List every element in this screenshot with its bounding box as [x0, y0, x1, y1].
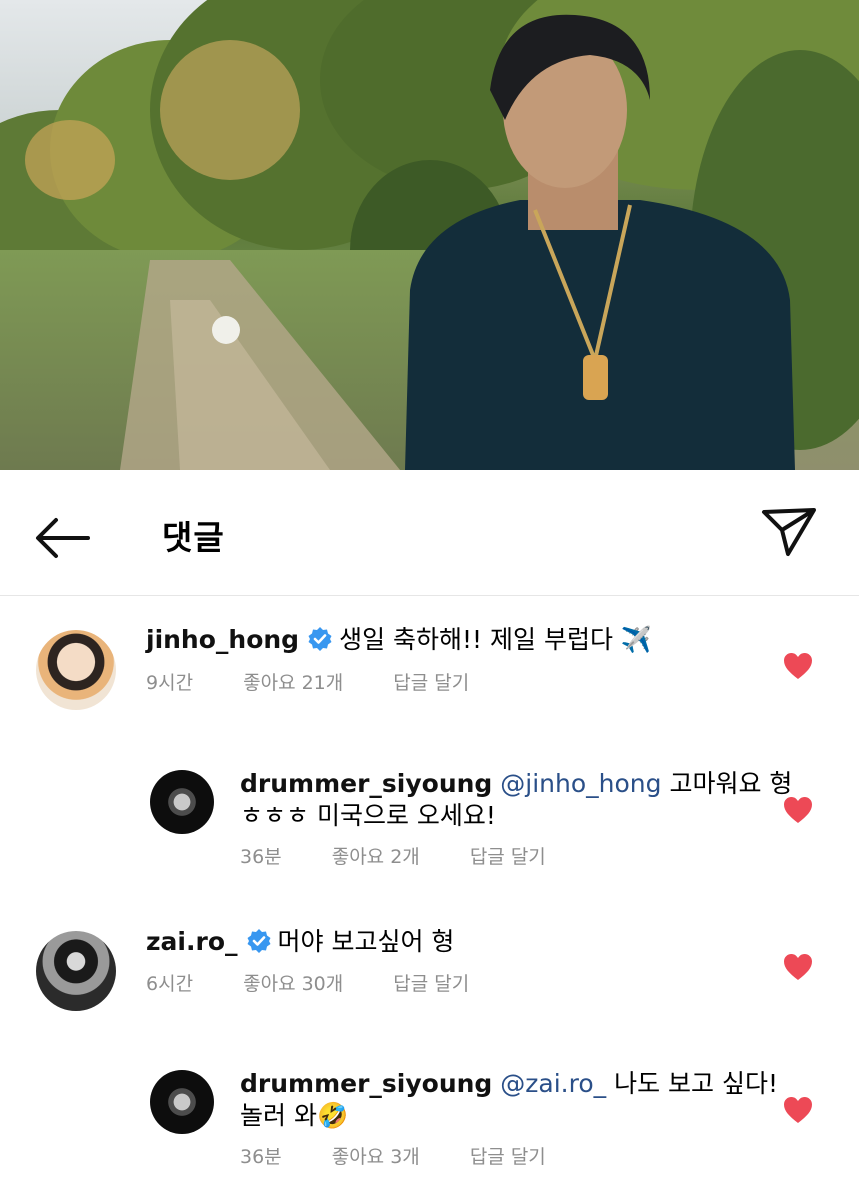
comment-text: 나도 보고 싶다!: [614, 1069, 779, 1098]
avatar[interactable]: [36, 630, 116, 710]
avatar[interactable]: [150, 1070, 214, 1134]
verified-badge-icon: [308, 627, 332, 651]
avatar[interactable]: [150, 770, 214, 834]
reply-button[interactable]: 답글 달기: [393, 973, 469, 995]
comment-text-line2: ㅎㅎㅎ 미국으로 오세요!: [240, 801, 496, 830]
comment-username[interactable]: zai.ro_: [146, 927, 238, 956]
comment-likes[interactable]: 좋아요 21개: [243, 672, 343, 694]
comment-meta: 6시간 좋아요 30개 답글 달기: [146, 969, 513, 996]
verified-badge-icon: [247, 929, 270, 953]
comment-username[interactable]: jinho_hong: [146, 625, 299, 654]
comment-body: zai.ro_ 머야 보고싶어 형: [146, 926, 454, 958]
post-video[interactable]: [0, 0, 859, 470]
comment-text: 머야 보고싶어 형: [277, 927, 455, 956]
heart-icon[interactable]: [783, 652, 813, 680]
comment-body: drummer_siyoung @zai.ro_ 나도 보고 싶다!: [240, 1068, 778, 1100]
comment-body: jinho_hong 생일 축하해!! 제일 부럽다 ✈️: [146, 624, 652, 656]
avatar[interactable]: [36, 931, 116, 1011]
comment-username[interactable]: drummer_siyoung: [240, 769, 492, 798]
comment-time: 36분: [240, 1146, 282, 1168]
comment-text-line2: 놀러 와🤣: [240, 1101, 349, 1130]
reply-button[interactable]: 답글 달기: [470, 1146, 546, 1168]
comment-meta: 36분 좋아요 3개 답글 달기: [240, 1142, 590, 1169]
heart-icon[interactable]: [783, 953, 813, 981]
comment-mention[interactable]: @jinho_hong: [500, 769, 661, 798]
comment-meta: 36분 좋아요 2개 답글 달기: [240, 842, 590, 869]
reply-button[interactable]: 답글 달기: [470, 846, 546, 868]
comment-body: drummer_siyoung @jinho_hong 고마워요 형: [240, 768, 792, 800]
page-title: 댓글: [162, 518, 225, 557]
comment-time: 36분: [240, 846, 282, 868]
comments-header: [0, 470, 859, 596]
share-button[interactable]: [758, 502, 820, 560]
comment-time: 6시간: [146, 973, 194, 995]
reply-button[interactable]: 답글 달기: [393, 672, 469, 694]
comment-mention[interactable]: @zai.ro_: [500, 1069, 606, 1098]
comment-text: 생일 축하해!! 제일 부럽다 ✈️: [339, 625, 653, 654]
arrow-left-icon: [36, 518, 90, 558]
paper-plane-icon: [762, 508, 816, 556]
comment-text: 고마워요 형: [669, 769, 793, 798]
heart-icon[interactable]: [783, 1096, 813, 1124]
comment-likes[interactable]: 좋아요 30개: [243, 973, 343, 995]
heart-icon[interactable]: [783, 796, 813, 824]
comment-likes[interactable]: 좋아요 2개: [332, 846, 420, 868]
comment-username[interactable]: drummer_siyoung: [240, 1069, 492, 1098]
comment-likes[interactable]: 좋아요 3개: [332, 1146, 420, 1168]
back-button[interactable]: [30, 510, 94, 566]
comment-meta: 9시간 좋아요 21개 답글 달기: [146, 668, 513, 695]
video-frame: [0, 0, 859, 470]
comment-time: 9시간: [146, 672, 194, 694]
